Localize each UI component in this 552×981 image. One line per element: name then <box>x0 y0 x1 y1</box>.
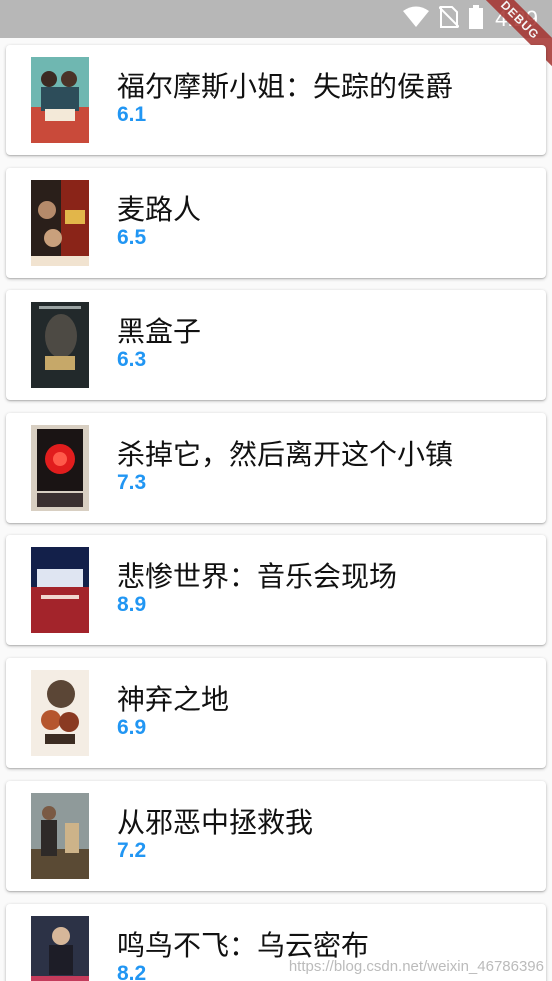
movie-rating: 6.5 <box>117 226 147 249</box>
movie-list[interactable]: 福尔摩斯小姐：失踪的侯爵 6.1 麦路人 6.5 黑盒子 6.3 杀掉它，然后离… <box>0 38 552 981</box>
movie-poster <box>31 180 89 266</box>
movie-poster <box>31 793 89 879</box>
movie-title: 从邪恶中拯救我 <box>117 806 314 839</box>
movie-rating: 6.1 <box>117 103 147 126</box>
movie-rating: 7.2 <box>117 839 147 862</box>
wifi-icon <box>403 6 430 32</box>
movie-title: 神弃之地 <box>117 683 230 716</box>
movie-card[interactable]: 悲惨世界：音乐会现场 8.9 <box>6 535 546 645</box>
movie-title: 麦路人 <box>117 193 202 226</box>
movie-rating: 8.2 <box>117 962 147 981</box>
movie-poster <box>31 425 89 511</box>
battery-icon <box>469 5 484 33</box>
watermark: https://blog.csdn.net/weixin_46786396 <box>288 958 544 975</box>
movie-card[interactable]: 杀掉它，然后离开这个小镇 7.3 <box>6 413 546 523</box>
movie-rating: 8.9 <box>117 593 147 616</box>
movie-poster <box>31 916 89 981</box>
movie-card[interactable]: 麦路人 6.5 <box>6 168 546 278</box>
movie-title: 黑盒子 <box>117 315 202 348</box>
movie-poster <box>31 547 89 633</box>
movie-title: 福尔摩斯小姐：失踪的侯爵 <box>117 70 454 103</box>
movie-title: 悲惨世界：音乐会现场 <box>117 560 398 593</box>
movie-card[interactable]: 福尔摩斯小姐：失踪的侯爵 6.1 <box>6 45 546 155</box>
movie-poster <box>31 302 89 388</box>
no-sim-icon <box>438 5 460 33</box>
movie-poster <box>31 57 89 143</box>
movie-card[interactable]: 从邪恶中拯救我 7.2 <box>6 781 546 891</box>
movie-rating: 7.3 <box>117 471 147 494</box>
movie-rating: 6.3 <box>117 348 147 371</box>
movie-poster <box>31 670 89 756</box>
movie-card[interactable]: 黑盒子 6.3 <box>6 290 546 400</box>
movie-card[interactable]: 神弃之地 6.9 <box>6 658 546 768</box>
movie-title: 杀掉它，然后离开这个小镇 <box>117 438 454 471</box>
movie-rating: 6.9 <box>117 716 147 739</box>
status-bar: 4:29 DEBUG <box>0 0 552 70</box>
